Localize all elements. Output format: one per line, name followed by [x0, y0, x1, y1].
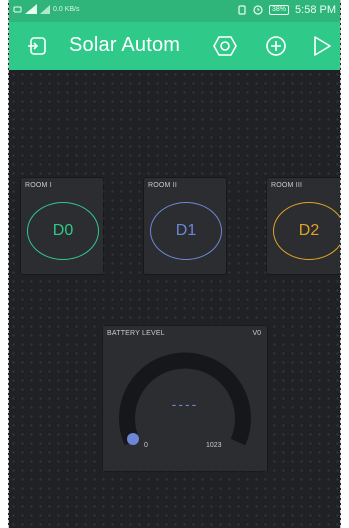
- status-time: 5:58 PM: [295, 4, 336, 16]
- speed-value: 0.0: [53, 5, 63, 13]
- settings-hexagon-icon[interactable]: [211, 32, 239, 60]
- button-pin-label: D1: [175, 222, 197, 239]
- room-3-button[interactable]: D2: [273, 202, 340, 260]
- room-1-button[interactable]: D0: [27, 202, 99, 260]
- play-icon[interactable]: [308, 32, 336, 60]
- vibrate-icon: [237, 5, 247, 15]
- gauge-value: ----: [171, 396, 199, 412]
- room-2-button[interactable]: D1: [150, 202, 222, 260]
- status-right: 38% 5:58 PM: [237, 4, 336, 16]
- network-speed: 0.0 KB/s: [53, 6, 79, 13]
- exit-icon[interactable]: [23, 32, 51, 60]
- dashboard-canvas: ROOM I D0 ROOM II D1 ROOM III D2 BATTERY…: [9, 70, 340, 528]
- gauge-indicator: [127, 433, 139, 445]
- gauge-widget-battery[interactable]: BATTERY LEVEL V0 ---- 0 1023: [103, 326, 267, 471]
- signal-icon-2: [40, 4, 50, 14]
- status-bar: 0.0 KB/s 38% 5:58 PM: [9, 0, 340, 22]
- notification-icon: [13, 5, 22, 14]
- gauge-max: 1023: [206, 442, 222, 449]
- app-bar: Solar Autom: [9, 22, 340, 70]
- button-pin-label: D0: [52, 222, 74, 239]
- button-widget-room-3[interactable]: ROOM III D2: [267, 178, 340, 274]
- widget-label: ROOM II: [148, 182, 178, 189]
- signal-icon: [25, 4, 37, 14]
- gauge-min: 0: [144, 442, 148, 449]
- add-icon[interactable]: [262, 32, 290, 60]
- widget-label: ROOM III: [271, 182, 303, 189]
- alarm-icon: [253, 5, 263, 15]
- status-left: 0.0 KB/s: [13, 4, 79, 14]
- battery-percent: 38%: [269, 5, 290, 15]
- battery-icon: 38%: [269, 5, 290, 15]
- button-pin-label: D2: [298, 222, 320, 239]
- button-widget-room-2[interactable]: ROOM II D1: [144, 178, 226, 274]
- widget-label: ROOM I: [25, 182, 52, 189]
- project-title: Solar Autom: [69, 34, 181, 56]
- speed-unit: KB/s: [64, 5, 80, 13]
- button-widget-room-1[interactable]: ROOM I D0: [21, 178, 103, 274]
- phone-screen: 0.0 KB/s 38% 5:58 PM Solar Autom ROOM I …: [8, 0, 341, 528]
